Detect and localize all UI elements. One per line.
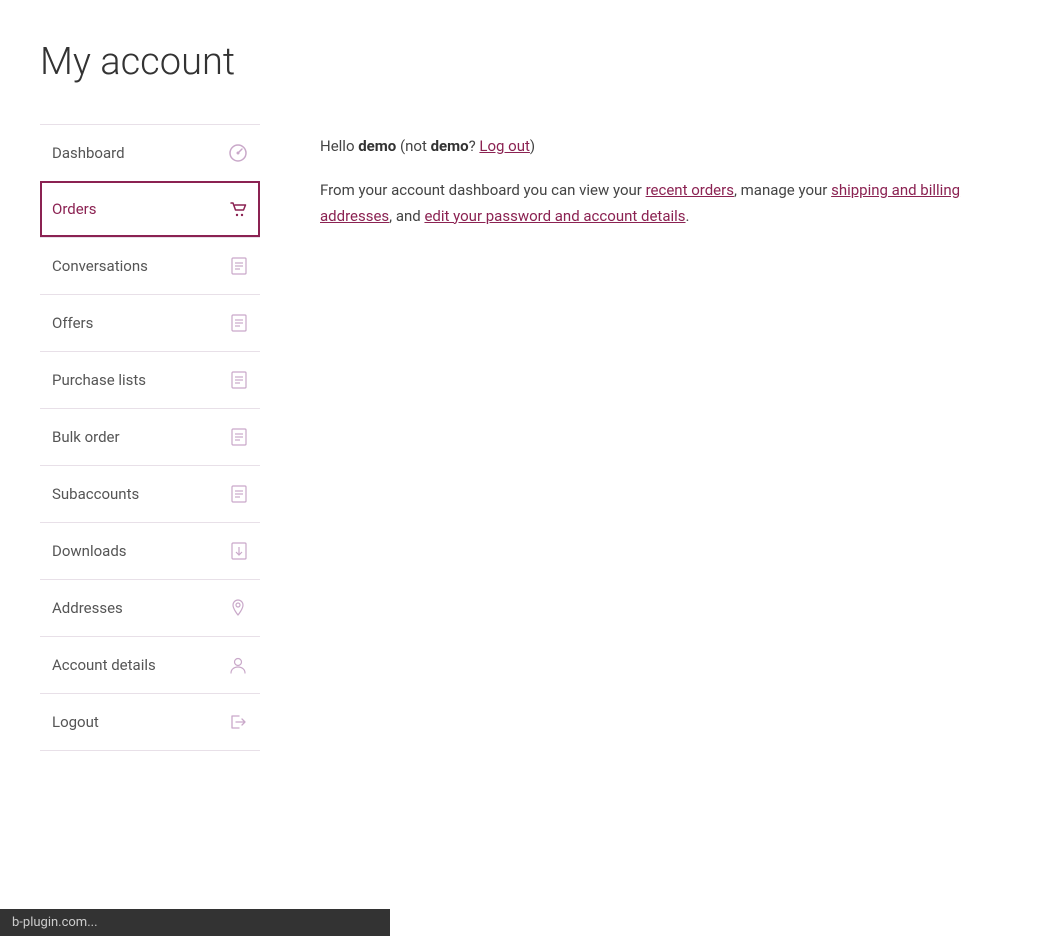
sidebar-item-conversations[interactable]: Conversations [40,237,260,294]
sidebar-item-label: Conversations [52,257,148,275]
account-details-icon [228,655,248,675]
sidebar-item-downloads[interactable]: Downloads [40,522,260,579]
password-details-link[interactable]: edit your password and account details [424,207,685,225]
page-container: My account Dashboard Orders [0,0,1056,791]
purchase-lists-icon [230,370,248,390]
content-area: Dashboard Orders [40,124,1016,751]
sidebar-item-addresses[interactable]: Addresses [40,579,260,636]
conversations-icon [230,256,248,276]
sidebar-item-label: Subaccounts [52,485,139,503]
downloads-icon [230,541,248,561]
sidebar-item-subaccounts[interactable]: Subaccounts [40,465,260,522]
sidebar-item-label: Account details [52,656,156,674]
sidebar-item-label: Purchase lists [52,371,146,389]
greeting-username2: demo [431,137,469,155]
dashboard-icon [228,143,248,163]
logout-link[interactable]: Log out [479,137,530,155]
bulk-order-icon [230,427,248,447]
sidebar-item-account-details[interactable]: Account details [40,636,260,693]
description-text: From your account dashboard you can view… [320,178,1016,229]
greeting-text: Hello demo (not demo? Log out) [320,134,1016,158]
sidebar-item-label: Orders [52,200,97,218]
sidebar-item-label: Addresses [52,599,123,617]
recent-orders-link[interactable]: recent orders [646,181,734,199]
sidebar-item-logout[interactable]: Logout [40,693,260,751]
logout-icon [228,712,248,732]
sidebar-item-offers[interactable]: Offers [40,294,260,351]
orders-icon [228,199,248,219]
sidebar-item-purchase-lists[interactable]: Purchase lists [40,351,260,408]
sidebar-item-label: Downloads [52,542,127,560]
status-bar: b-plugin.com... [0,909,390,936]
greeting-username: demo [358,137,396,155]
sidebar: Dashboard Orders [40,124,260,751]
sidebar-item-label: Dashboard [52,144,125,162]
status-bar-text: b-plugin.com... [12,915,98,930]
sidebar-item-label: Logout [52,713,99,731]
sidebar-item-bulk-order[interactable]: Bulk order [40,408,260,465]
sidebar-item-orders[interactable]: Orders [40,181,260,237]
offers-icon [230,313,248,333]
sidebar-item-label: Bulk order [52,428,120,446]
page-title: My account [40,40,1016,84]
sidebar-item-dashboard[interactable]: Dashboard [40,124,260,181]
addresses-icon [228,598,248,618]
sidebar-item-label: Offers [52,314,93,332]
main-content: Hello demo (not demo? Log out) From your… [320,124,1016,229]
subaccounts-icon [230,484,248,504]
